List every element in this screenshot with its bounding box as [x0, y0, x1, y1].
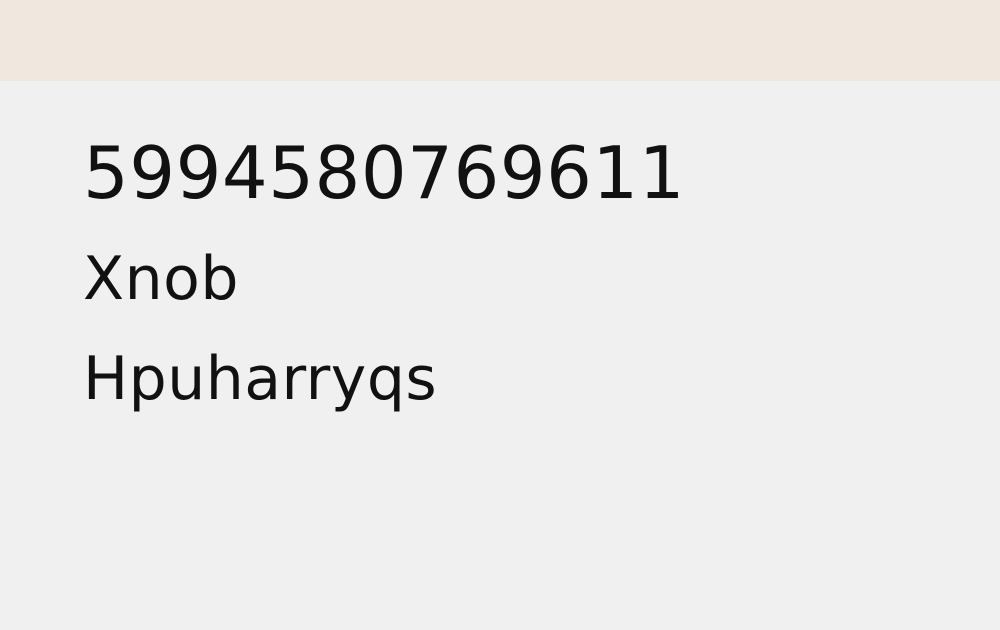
record-number: 5994580769611: [83, 131, 686, 215]
record-secondary-text: Hpuharryqs: [83, 344, 438, 414]
record-primary-text: Xnob: [83, 244, 239, 314]
content-panel: 5994580769611 Xnob Hpuharryqs: [0, 81, 1000, 630]
top-bar: [0, 0, 1000, 81]
